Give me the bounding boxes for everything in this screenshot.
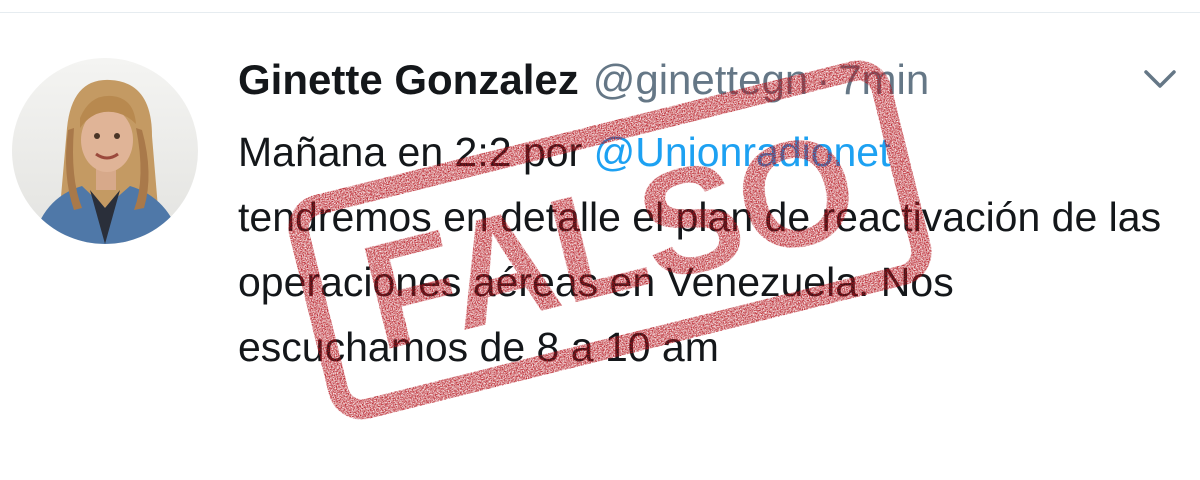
separator-dot: · bbox=[816, 56, 831, 103]
timestamp[interactable]: 7min bbox=[838, 56, 929, 103]
author-handle[interactable]: @ginettegn bbox=[593, 56, 808, 103]
tweet-header: Ginette Gonzalez @ginettegn · 7min bbox=[238, 52, 1168, 108]
mention-link[interactable]: @Unionradionet bbox=[594, 129, 891, 175]
chevron-down-icon[interactable] bbox=[1140, 64, 1180, 94]
top-divider bbox=[0, 12, 1200, 13]
tweet-text: Mañana en 2:2 por @Unionradionet tendrem… bbox=[238, 120, 1168, 380]
author-name[interactable]: Ginette Gonzalez bbox=[238, 56, 579, 103]
tweet-text-end: tendremos en detalle el plan de reactiva… bbox=[238, 194, 1162, 370]
tweet-text-start: Mañana en 2:2 por bbox=[238, 129, 594, 175]
avatar-photo bbox=[12, 58, 198, 244]
avatar[interactable] bbox=[12, 58, 198, 244]
